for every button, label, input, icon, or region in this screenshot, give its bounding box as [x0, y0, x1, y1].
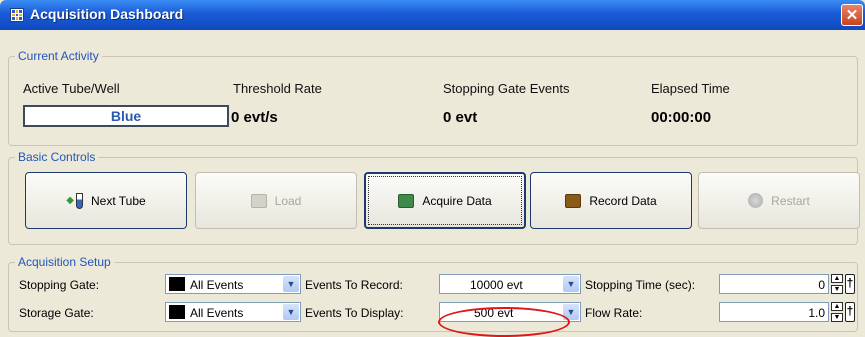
acquisition-dashboard-window: Acquisition Dashboard ✕ Current Activity… — [0, 0, 865, 337]
app-icon — [10, 8, 24, 22]
events-to-record-select[interactable]: 10000 evt ▼ — [439, 274, 581, 294]
lock-icon[interactable]: † — [845, 274, 855, 294]
events-to-display-label: Events To Display: — [305, 306, 404, 320]
record-data-button[interactable]: Record Data — [530, 172, 692, 229]
basic-controls-legend: Basic Controls — [15, 150, 99, 164]
load-button[interactable]: Load — [195, 172, 357, 229]
stopping-gate-events-label: Stopping Gate Events — [443, 81, 570, 96]
stopping-gate-label: Stopping Gate: — [19, 278, 100, 292]
lock-icon[interactable]: † — [845, 302, 855, 322]
window-title: Acquisition Dashboard — [30, 6, 184, 22]
acquisition-setup-legend: Acquisition Setup — [15, 255, 114, 269]
chevron-down-icon[interactable]: ▼ — [283, 304, 299, 320]
gate-color-swatch — [169, 305, 185, 319]
stopping-time-spinner[interactable]: ▲ ▼ — [831, 274, 843, 294]
events-to-record-value: 10000 evt — [470, 278, 523, 292]
chevron-down-icon[interactable]: ▼ — [283, 276, 299, 292]
elapsed-time-label: Elapsed Time — [651, 81, 730, 96]
load-icon — [250, 193, 267, 208]
spin-down-icon[interactable]: ▼ — [831, 313, 843, 322]
chevron-down-icon[interactable]: ▼ — [563, 304, 579, 320]
storage-gate-select[interactable]: All Events ▼ — [165, 302, 301, 322]
acquire-data-button[interactable]: Acquire Data — [364, 172, 526, 229]
flow-rate-label: Flow Rate: — [585, 306, 643, 320]
spin-down-icon[interactable]: ▼ — [831, 285, 843, 294]
events-to-record-label: Events To Record: — [305, 278, 403, 292]
next-tube-label: Next Tube — [91, 193, 146, 208]
current-activity-group: Current Activity Active Tube/Well Blue T… — [8, 49, 858, 146]
acquire-icon — [398, 193, 415, 208]
gate-color-swatch — [169, 277, 185, 291]
flow-rate-field[interactable]: 1.0 — [719, 302, 829, 322]
restart-label: Restart — [771, 193, 810, 208]
stopping-time-field[interactable]: 0 — [719, 274, 829, 294]
acquire-data-label: Acquire Data — [422, 193, 492, 208]
flow-rate-spinner[interactable]: ▲ ▼ — [831, 302, 843, 322]
acquisition-setup-group: Acquisition Setup Stopping Gate: All Eve… — [8, 255, 858, 332]
spin-up-icon[interactable]: ▲ — [831, 274, 843, 283]
title-bar[interactable]: Acquisition Dashboard ✕ — [0, 0, 865, 30]
next-tube-button[interactable]: ◆ Next Tube — [25, 172, 187, 229]
storage-gate-label: Storage Gate: — [19, 306, 94, 320]
stopping-gate-select[interactable]: All Events ▼ — [165, 274, 301, 294]
active-tube-value: Blue — [23, 105, 229, 127]
stopping-gate-events-value: 0 evt — [443, 109, 478, 126]
basic-controls-group: Basic Controls ◆ Next Tube Load Acquire … — [8, 150, 860, 245]
stopping-gate-value: All Events — [190, 278, 244, 292]
events-to-display-select[interactable]: 500 evt ▼ — [439, 302, 581, 322]
tube-icon: ◆ — [66, 192, 83, 209]
elapsed-time-value: 00:00:00 — [651, 109, 712, 126]
load-label: Load — [274, 193, 302, 208]
restart-icon — [748, 193, 764, 208]
spin-up-icon[interactable]: ▲ — [831, 302, 843, 311]
current-activity-legend: Current Activity — [15, 49, 102, 63]
storage-gate-value: All Events — [190, 306, 244, 320]
restart-button[interactable]: Restart — [698, 172, 860, 229]
events-to-display-value: 500 evt — [474, 306, 514, 320]
chevron-down-icon[interactable]: ▼ — [563, 276, 579, 292]
threshold-rate-label: Threshold Rate — [233, 81, 322, 96]
close-icon[interactable]: ✕ — [841, 4, 863, 26]
active-tube-label: Active Tube/Well — [23, 81, 120, 96]
record-data-label: Record Data — [589, 193, 657, 208]
threshold-rate-value: 0 evt/s — [231, 109, 278, 126]
stopping-time-label: Stopping Time (sec): — [585, 278, 696, 292]
record-icon — [565, 193, 582, 208]
